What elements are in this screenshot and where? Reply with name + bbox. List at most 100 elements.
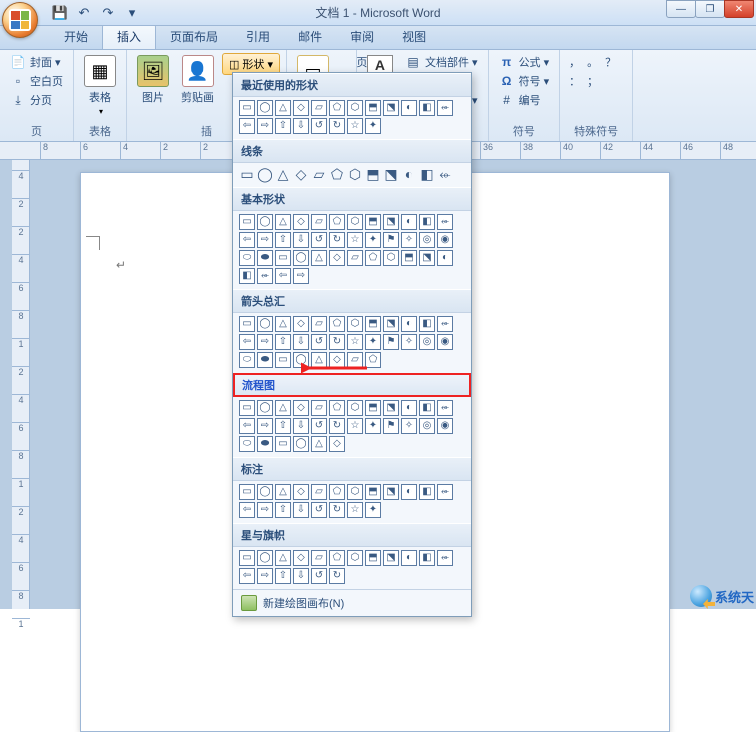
- shape-item[interactable]: ✦: [365, 502, 381, 518]
- office-button[interactable]: [2, 2, 38, 38]
- clipart-button[interactable]: 👤剪贴画: [177, 53, 218, 107]
- tab-review[interactable]: 审阅: [336, 25, 388, 49]
- shape-item[interactable]: ↺: [311, 118, 327, 134]
- tab-layout[interactable]: 页面布局: [156, 25, 232, 49]
- shape-item[interactable]: ✧: [401, 418, 417, 434]
- shape-item[interactable]: ◇: [293, 400, 309, 416]
- shape-item[interactable]: ↺: [311, 418, 327, 434]
- shape-item[interactable]: ⇩: [293, 568, 309, 584]
- shape-item[interactable]: ◯: [257, 214, 273, 230]
- shape-item[interactable]: △: [311, 436, 327, 452]
- shape-item[interactable]: ⬠: [329, 484, 345, 500]
- special-char-button[interactable]: ？: [602, 53, 619, 71]
- shape-item[interactable]: ▱: [311, 166, 327, 182]
- special-char-button[interactable]: ：: [566, 72, 583, 90]
- shape-item[interactable]: ⬡: [383, 250, 399, 266]
- shape-item[interactable]: ◇: [329, 250, 345, 266]
- shape-item[interactable]: ✧: [401, 334, 417, 350]
- maximize-button[interactable]: ❐: [695, 0, 725, 18]
- shape-item[interactable]: ↺: [311, 232, 327, 248]
- shape-item[interactable]: ◯: [257, 550, 273, 566]
- shape-item[interactable]: ⇧: [275, 418, 291, 434]
- shape-item[interactable]: ⬰: [437, 316, 453, 332]
- shape-item[interactable]: ↺: [311, 568, 327, 584]
- shape-item[interactable]: ▭: [239, 316, 255, 332]
- shape-item[interactable]: ↻: [329, 502, 345, 518]
- shape-item[interactable]: ⬰: [257, 268, 273, 284]
- shape-item[interactable]: ⬠: [329, 100, 345, 116]
- shape-item[interactable]: ⬡: [347, 550, 363, 566]
- shape-item[interactable]: ⬭: [239, 250, 255, 266]
- shape-item[interactable]: ⬔: [383, 100, 399, 116]
- shape-item[interactable]: ⇩: [293, 418, 309, 434]
- qat-more-icon[interactable]: ▾: [122, 3, 142, 23]
- shape-item[interactable]: △: [275, 166, 291, 182]
- shape-item[interactable]: ▱: [311, 400, 327, 416]
- vertical-ruler[interactable]: 42246812468124681: [12, 160, 30, 609]
- shape-item[interactable]: ◇: [293, 100, 309, 116]
- shape-item[interactable]: ☆: [347, 232, 363, 248]
- shape-item[interactable]: ⇦: [239, 118, 255, 134]
- shape-item[interactable]: ◇: [293, 550, 309, 566]
- shape-item[interactable]: ⇧: [275, 334, 291, 350]
- cover-page-button[interactable]: 📄封面 ▾: [6, 53, 67, 71]
- shape-item[interactable]: ⚑: [383, 334, 399, 350]
- shape-item[interactable]: ◐: [401, 100, 417, 116]
- shape-item[interactable]: ⬔: [419, 250, 435, 266]
- shape-item[interactable]: ⬭: [239, 352, 255, 368]
- shape-item[interactable]: ⬰: [437, 166, 453, 182]
- close-button[interactable]: ✕: [724, 0, 754, 18]
- shape-item[interactable]: ⇨: [257, 568, 273, 584]
- shape-item[interactable]: ⇨: [293, 268, 309, 284]
- shape-item[interactable]: ☆: [347, 334, 363, 350]
- shape-item[interactable]: ◉: [437, 334, 453, 350]
- shape-item[interactable]: ⇩: [293, 232, 309, 248]
- shape-item[interactable]: ↻: [329, 118, 345, 134]
- shape-item[interactable]: ◉: [437, 418, 453, 434]
- shape-item[interactable]: ◧: [419, 400, 435, 416]
- redo-icon[interactable]: ↷: [98, 3, 118, 23]
- shape-item[interactable]: ⇦: [239, 418, 255, 434]
- shape-item[interactable]: ☆: [347, 418, 363, 434]
- shape-item[interactable]: ✦: [365, 118, 381, 134]
- shape-item[interactable]: ✦: [365, 418, 381, 434]
- shape-item[interactable]: ◐: [401, 166, 417, 182]
- symbol-button[interactable]: Ω符号 ▾: [495, 72, 554, 90]
- shape-item[interactable]: ⇦: [239, 568, 255, 584]
- shape-item[interactable]: ▭: [239, 484, 255, 500]
- shape-item[interactable]: ◯: [257, 400, 273, 416]
- shape-item[interactable]: ⬠: [329, 400, 345, 416]
- shape-item[interactable]: ⇧: [275, 232, 291, 248]
- shape-item[interactable]: ✧: [401, 232, 417, 248]
- shape-item[interactable]: ◐: [401, 316, 417, 332]
- shape-item[interactable]: ▭: [275, 250, 291, 266]
- shape-item[interactable]: ⬰: [437, 550, 453, 566]
- shape-item[interactable]: ⬠: [365, 250, 381, 266]
- shape-item[interactable]: ⬒: [365, 316, 381, 332]
- shape-item[interactable]: △: [275, 484, 291, 500]
- shape-item[interactable]: ⬔: [383, 550, 399, 566]
- shape-item[interactable]: ⬠: [329, 166, 345, 182]
- shape-item[interactable]: ⬒: [365, 214, 381, 230]
- shape-item[interactable]: ◐: [437, 250, 453, 266]
- shape-item[interactable]: ◇: [329, 436, 345, 452]
- shape-item[interactable]: ⇩: [293, 334, 309, 350]
- shape-item[interactable]: ⇦: [239, 334, 255, 350]
- shape-item[interactable]: ⬰: [437, 100, 453, 116]
- shape-item[interactable]: ☆: [347, 502, 363, 518]
- shape-item[interactable]: ◎: [419, 334, 435, 350]
- shape-item[interactable]: ⬔: [383, 214, 399, 230]
- shape-item[interactable]: ⬒: [401, 250, 417, 266]
- shape-item[interactable]: ▭: [275, 352, 291, 368]
- undo-icon[interactable]: ↶: [74, 3, 94, 23]
- shape-item[interactable]: ↺: [311, 334, 327, 350]
- shape-item[interactable]: △: [275, 400, 291, 416]
- shape-item[interactable]: ⇨: [257, 418, 273, 434]
- shape-item[interactable]: ↻: [329, 568, 345, 584]
- shape-item[interactable]: △: [275, 550, 291, 566]
- shape-item[interactable]: ◉: [437, 232, 453, 248]
- shape-item[interactable]: ⇨: [257, 232, 273, 248]
- save-icon[interactable]: 💾: [50, 3, 70, 23]
- shape-item[interactable]: ◐: [401, 484, 417, 500]
- tab-view[interactable]: 视图: [388, 25, 440, 49]
